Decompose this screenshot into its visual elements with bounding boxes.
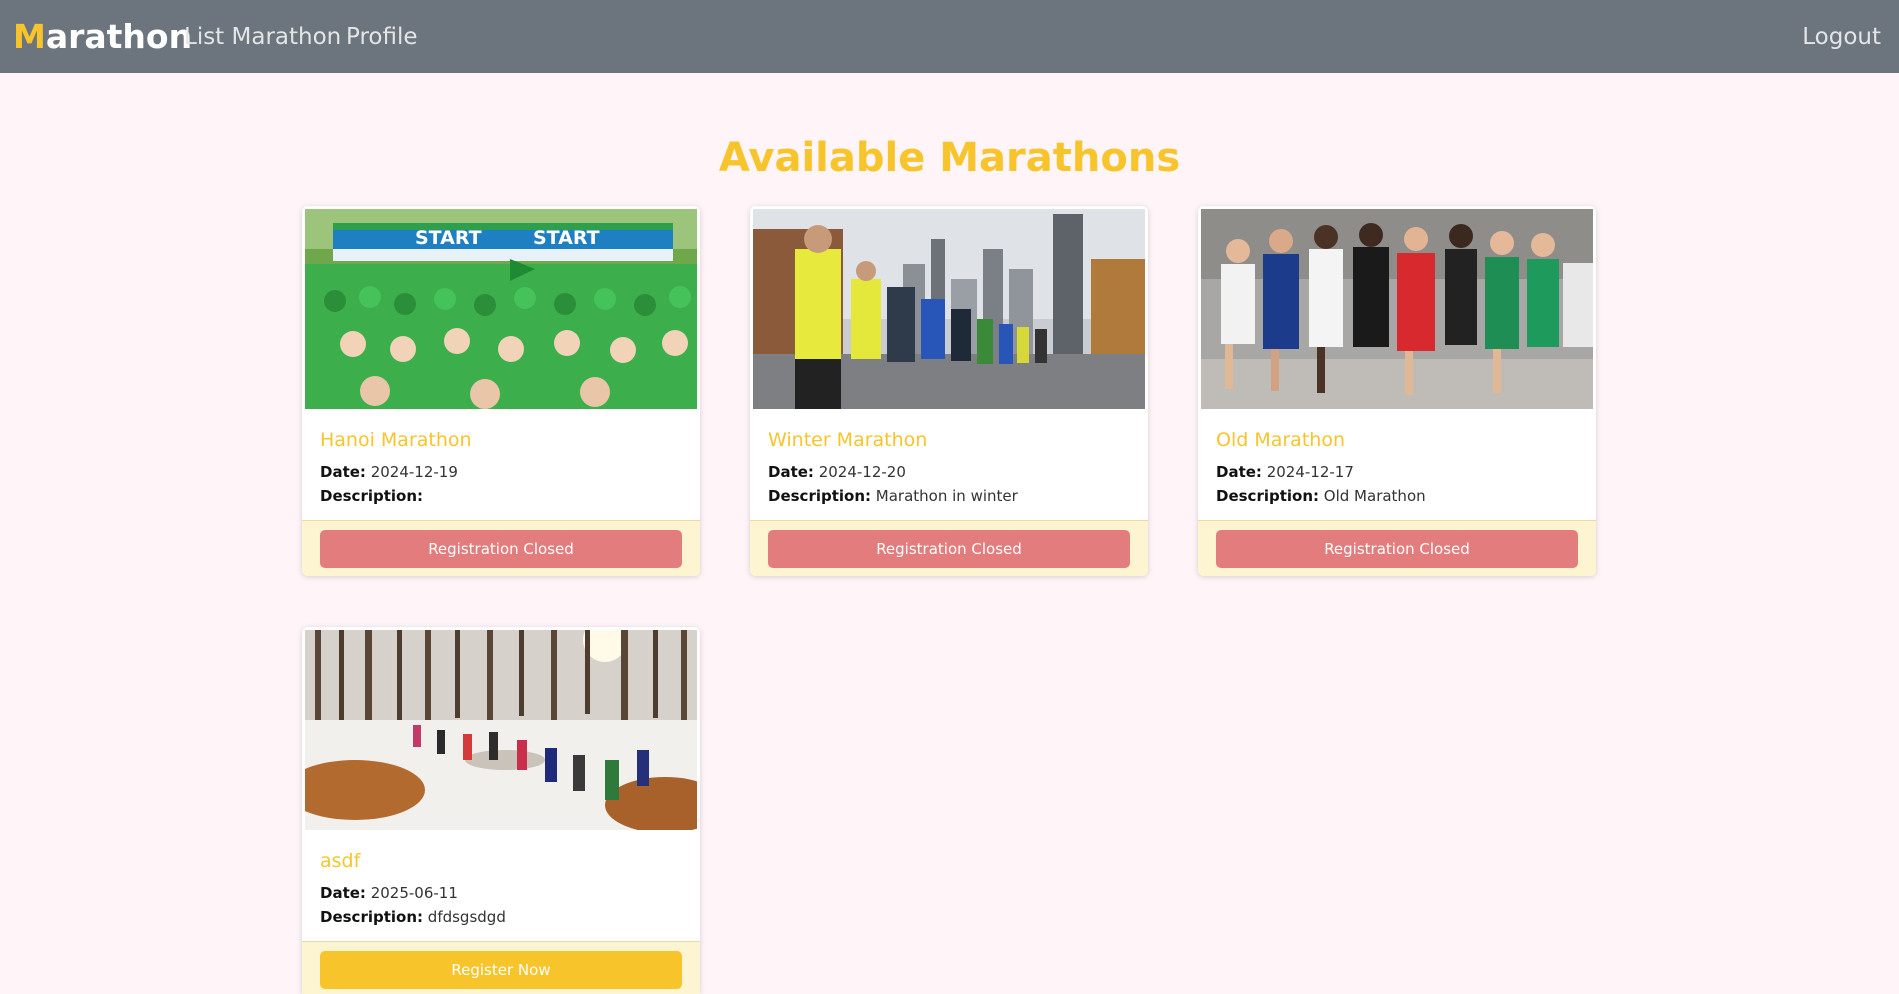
nav-logout[interactable]: Logout — [1802, 22, 1881, 52]
date-value: 2024-12-19 — [370, 463, 458, 481]
date-label: Date: — [320, 463, 366, 481]
marathon-card: Winter Marathon Date: 2024-12-20 Descrip… — [750, 206, 1148, 576]
marathon-date: Date: 2024-12-17 — [1216, 462, 1354, 482]
date-value: 2024-12-17 — [1266, 463, 1354, 481]
marathon-image — [753, 209, 1145, 409]
marathon-name: Old Marathon — [1216, 429, 1345, 451]
marathon-image — [1201, 209, 1593, 409]
description-label: Description: — [320, 487, 424, 505]
nav-list-marathon[interactable]: List Marathon — [184, 22, 341, 52]
description-label: Description: — [320, 908, 424, 926]
marathon-name: Winter Marathon — [768, 429, 928, 451]
date-value: 2025-06-11 — [370, 884, 458, 902]
card-footer: Register Now — [302, 941, 700, 994]
date-label: Date: — [768, 463, 814, 481]
marathon-description: Description: dfdsgsdgd — [320, 907, 506, 927]
svg-text:START: START — [533, 227, 600, 249]
description-value: Old Marathon — [1323, 487, 1426, 505]
marathon-card: START START Hanoi Marathon Date: 2024-12… — [302, 206, 700, 576]
svg-text:START: START — [415, 227, 482, 249]
marathon-name: Hanoi Marathon — [320, 429, 472, 451]
marathon-date: Date: 2024-12-19 — [320, 462, 458, 482]
description-label: Description: — [768, 487, 872, 505]
description-label: Description: — [1216, 487, 1320, 505]
brand-initial: M — [13, 17, 46, 56]
register-now-button[interactable]: Register Now — [320, 951, 682, 989]
navbar: Marathon List Marathon Profile Logout — [0, 0, 1899, 73]
card-body: Hanoi Marathon Date: 2024-12-19 Descript… — [302, 409, 700, 520]
registration-closed-button[interactable]: Registration Closed — [768, 530, 1130, 568]
registration-closed-button[interactable]: Registration Closed — [320, 530, 682, 568]
card-body: asdf Date: 2025-06-11 Description: dfdsg… — [302, 830, 700, 941]
card-body: Old Marathon Date: 2024-12-17 Descriptio… — [1198, 409, 1596, 520]
date-label: Date: — [1216, 463, 1262, 481]
marathon-image — [305, 630, 697, 830]
date-label: Date: — [320, 884, 366, 902]
card-footer: Registration Closed — [1198, 520, 1596, 576]
card-footer: Registration Closed — [302, 520, 700, 576]
card-body: Winter Marathon Date: 2024-12-20 Descrip… — [750, 409, 1148, 520]
brand-logo[interactable]: Marathon — [13, 17, 192, 57]
marathon-date: Date: 2024-12-20 — [768, 462, 906, 482]
marathon-description: Description: Old Marathon — [1216, 486, 1426, 506]
card-footer: Registration Closed — [750, 520, 1148, 576]
brand-rest: arathon — [45, 17, 193, 56]
marathon-description: Description: Marathon in winter — [768, 486, 1018, 506]
marathon-description: Description: — [320, 486, 423, 506]
description-value: dfdsgsdgd — [427, 908, 506, 926]
description-value: Marathon in winter — [875, 487, 1018, 505]
date-value: 2024-12-20 — [818, 463, 906, 481]
nav-profile[interactable]: Profile — [346, 22, 418, 52]
marathon-card: asdf Date: 2025-06-11 Description: dfdsg… — [302, 627, 700, 994]
page-title: Available Marathons — [718, 135, 1181, 181]
marathon-name: asdf — [320, 850, 361, 872]
marathon-card: Old Marathon Date: 2024-12-17 Descriptio… — [1198, 206, 1596, 576]
registration-closed-button[interactable]: Registration Closed — [1216, 530, 1578, 568]
marathon-date: Date: 2025-06-11 — [320, 883, 458, 903]
marathon-image: START START — [305, 209, 697, 409]
